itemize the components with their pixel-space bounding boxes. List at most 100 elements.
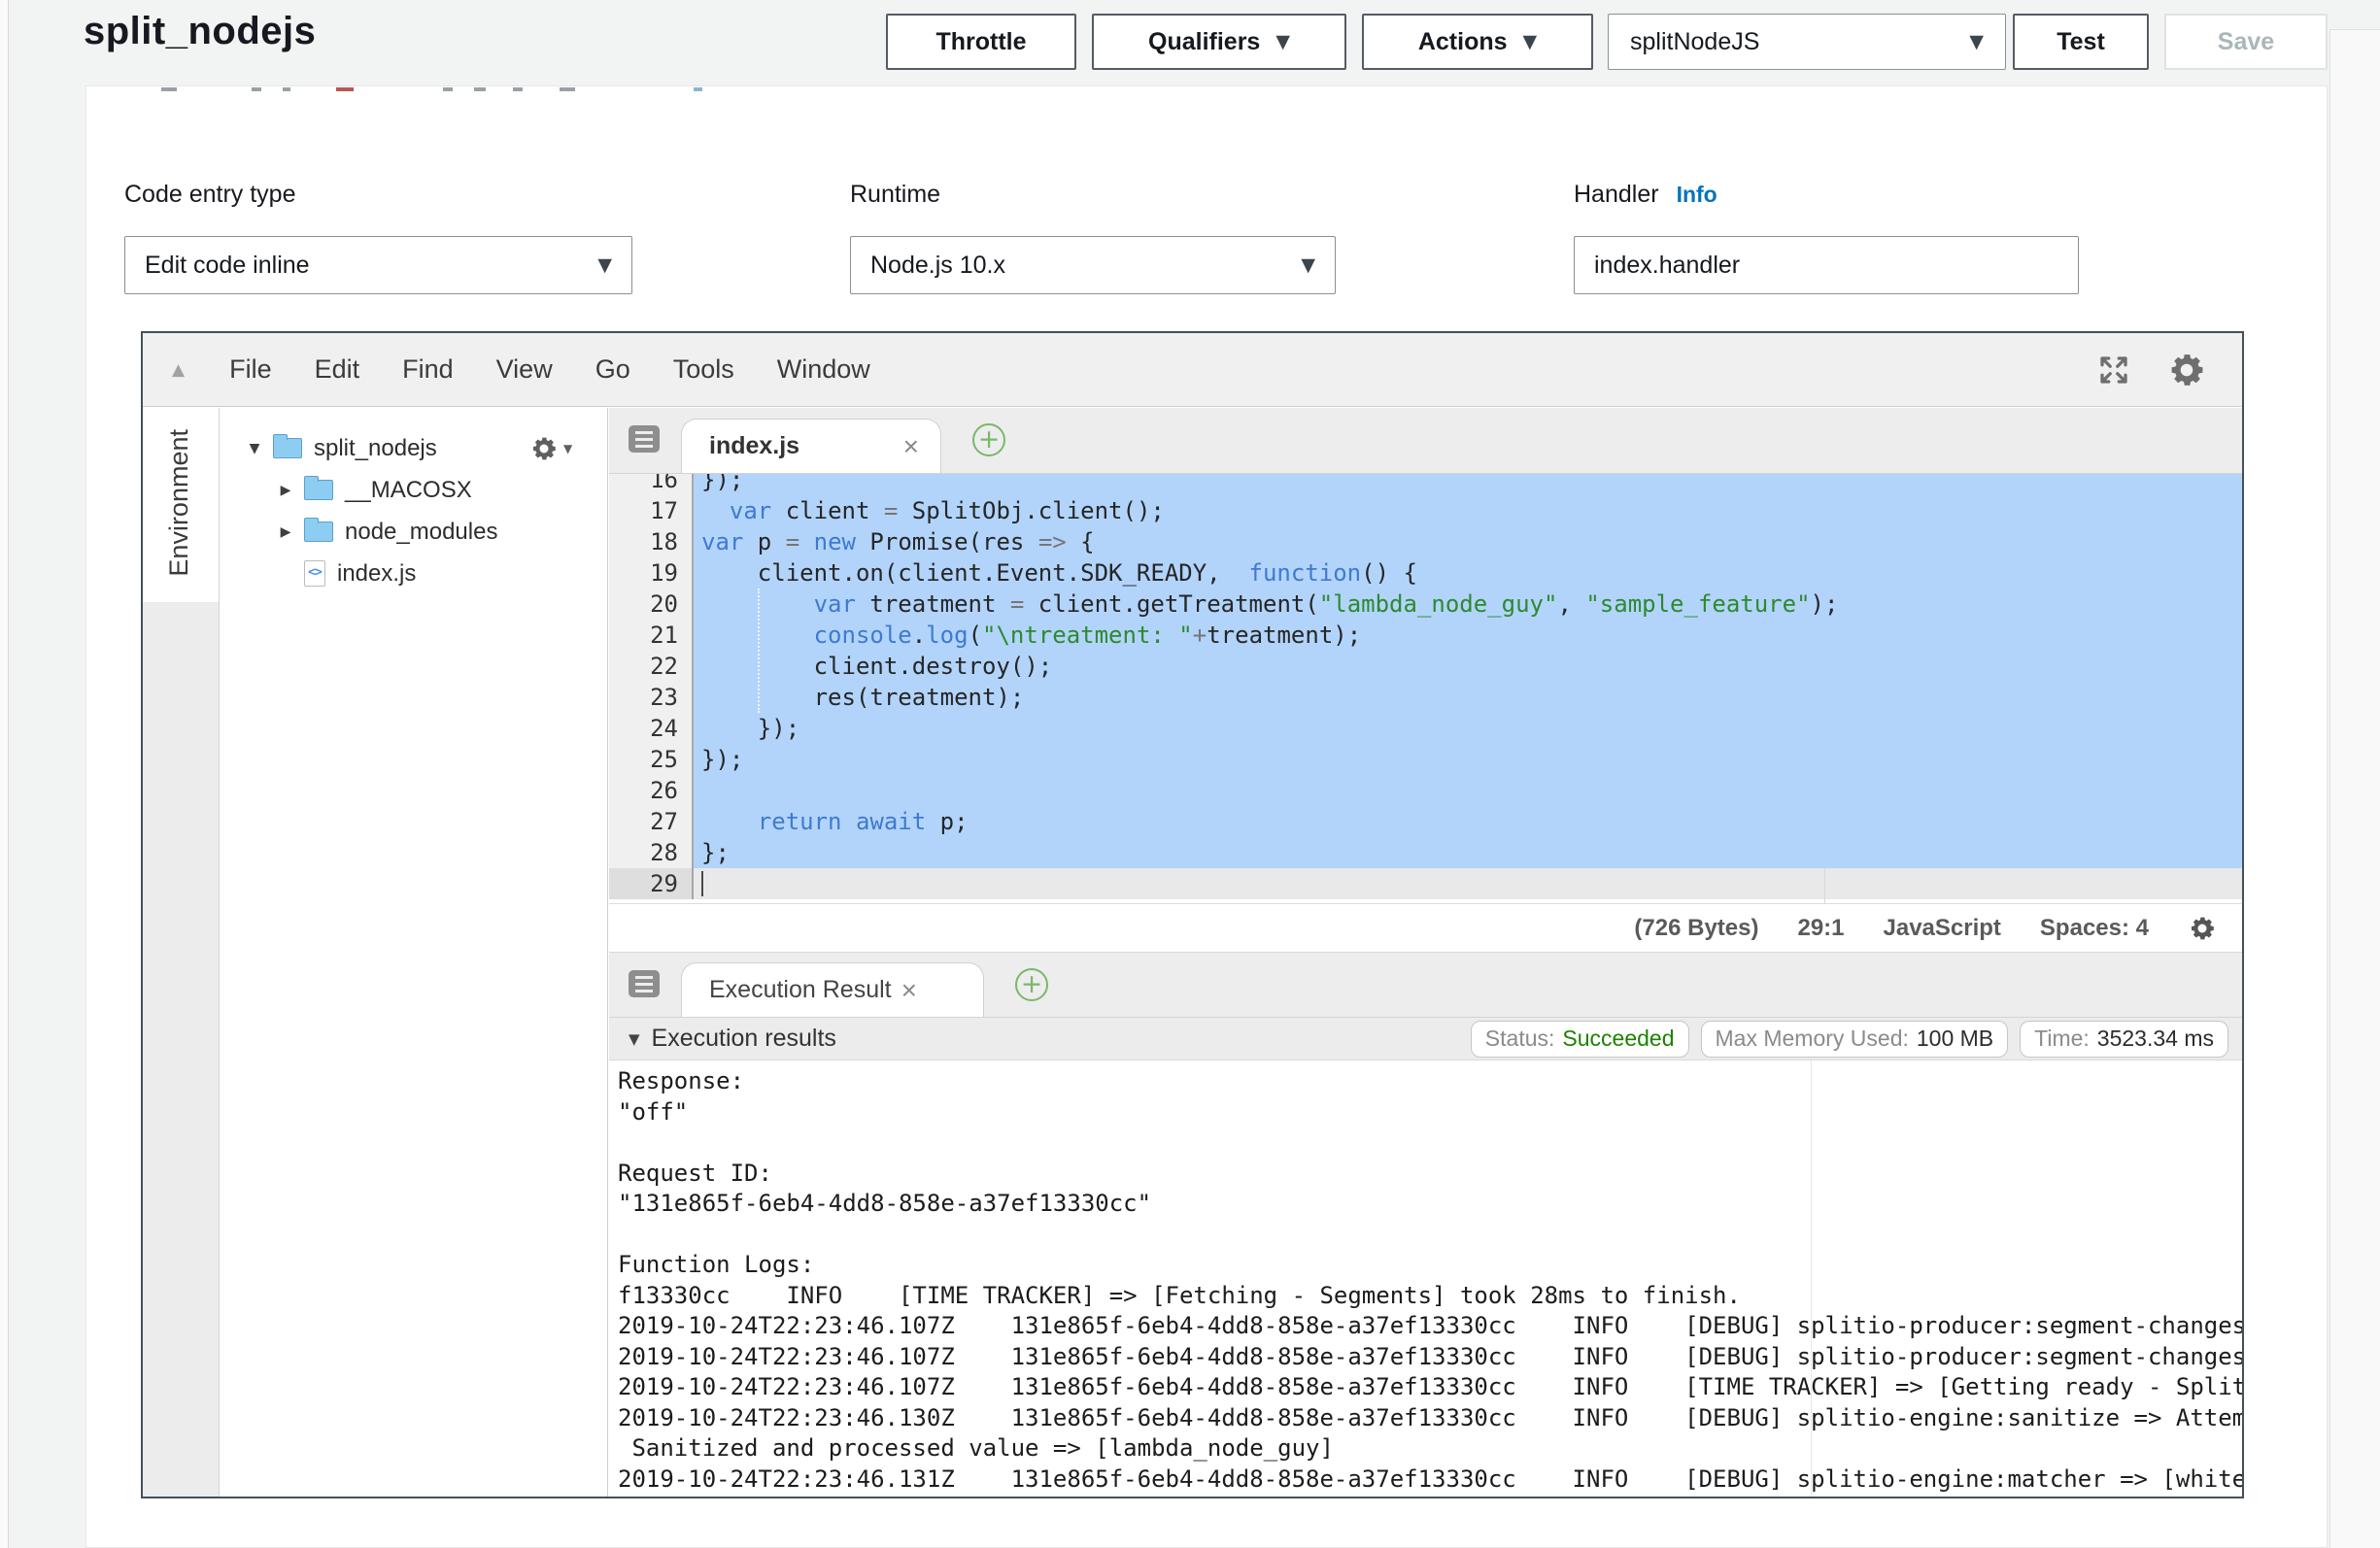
handler-input[interactable] (1594, 252, 2058, 280)
tree-item-node_modules[interactable]: ▶node_modules (221, 511, 607, 553)
code-line-19[interactable]: 19 client.on(client.Event.SDK_READY, fun… (609, 557, 2242, 589)
clipped-content-fragment (283, 87, 290, 91)
editor-statusbar: (726 Bytes) 29:1 JavaScript Spaces: 4 (609, 903, 2242, 952)
code-line-26[interactable]: 26 (609, 775, 2242, 806)
editor-menus: File Edit Find View Go Tools Window (229, 354, 913, 385)
line-number[interactable]: 29 (609, 868, 694, 899)
menu-file[interactable]: File (229, 354, 272, 385)
chevron-collapsed-icon[interactable]: ▶ (275, 524, 296, 540)
add-tab-icon[interactable]: + (972, 423, 1005, 456)
code-entry-type-label: Code entry type (124, 181, 296, 209)
menu-view[interactable]: View (496, 354, 553, 385)
code-line-25[interactable]: 25}); (609, 744, 2242, 775)
line-number[interactable]: 20 (609, 589, 694, 620)
close-tab-icon[interactable]: × (901, 977, 917, 1004)
indent-guide-line (758, 589, 760, 713)
code-line-text: }); (694, 744, 2242, 775)
throttle-button[interactable]: Throttle (886, 14, 1076, 70)
code-line-text: var treatment = client.getTreatment("lam… (694, 589, 2242, 620)
execution-log-output[interactable]: Response:"off"Request ID:"131e865f-6eb4-… (609, 1060, 2242, 1497)
code-line-29[interactable]: 29 (609, 868, 2242, 899)
collapse-editor-icon[interactable]: ▲ (172, 360, 185, 380)
environment-tab[interactable]: Environment (143, 408, 219, 602)
line-number[interactable]: 24 (609, 713, 694, 744)
code-line-text: }); (694, 474, 2242, 495)
cursor-position-indicator[interactable]: 29:1 (1797, 915, 1844, 942)
code-line-17[interactable]: 17 var client = SplitObj.client(); (609, 495, 2242, 526)
tree-item-index.js[interactable]: <>index.js (221, 553, 607, 594)
code-line-28[interactable]: 28}; (609, 837, 2242, 868)
code-line-text: res(treatment); (694, 682, 2242, 713)
tree-item-label: index.js (337, 560, 416, 588)
tree-item-split_nodejs[interactable]: ▼split_nodejs▼ (221, 427, 607, 469)
handler-info-link[interactable]: Info (1677, 182, 1717, 208)
menu-tools[interactable]: Tools (673, 354, 734, 385)
code-entry-type-select[interactable]: Edit code inline ▼ (124, 236, 632, 294)
line-number[interactable]: 27 (609, 806, 694, 837)
result-badge-max-memory-used: Max Memory Used:100 MB (1701, 1021, 2009, 1058)
lambda-function-page: split_nodejs Throttle Qualifiers ▼ Actio… (0, 0, 2380, 1548)
actions-button[interactable]: Actions ▼ (1362, 14, 1593, 70)
qualifiers-button-label: Qualifiers (1148, 28, 1260, 56)
menu-go[interactable]: Go (595, 354, 630, 385)
line-number[interactable]: 16 (609, 474, 694, 495)
code-line-text: console.log("\ntreatment: "+treatment); (694, 620, 2242, 651)
result-badge-time: Time:3523.34 ms (2020, 1021, 2228, 1058)
code-line-22[interactable]: 22 client.destroy(); (609, 651, 2242, 682)
tab-list-icon[interactable] (629, 425, 660, 453)
code-line-16[interactable]: 16}); (609, 474, 2242, 495)
line-number[interactable]: 23 (609, 682, 694, 713)
code-line-20[interactable]: 20 var treatment = client.getTreatment("… (609, 589, 2242, 620)
chevron-expanded-icon[interactable]: ▼ (244, 441, 265, 456)
line-number[interactable]: 18 (609, 526, 694, 557)
line-number[interactable]: 22 (609, 651, 694, 682)
test-button[interactable]: Test (2013, 14, 2149, 70)
code-editor[interactable]: 16});17 var client = SplitObj.client();1… (609, 474, 2242, 903)
save-button[interactable]: Save (2164, 14, 2328, 70)
code-line-text: }); (694, 713, 2242, 744)
line-number[interactable]: 28 (609, 837, 694, 868)
tree-item-__MACOSX[interactable]: ▶__MACOSX (221, 469, 607, 511)
statusbar-settings-gear-icon[interactable] (2188, 914, 2217, 943)
line-number[interactable]: 17 (609, 495, 694, 526)
print-margin-line (1824, 868, 1825, 903)
editor-preferences-gear-icon[interactable] (2166, 350, 2207, 390)
fullscreen-icon[interactable] (2096, 353, 2131, 387)
code-line-21[interactable]: 21 console.log("\ntreatment: "+treatment… (609, 620, 2242, 651)
line-number[interactable]: 21 (609, 620, 694, 651)
qualifiers-button[interactable]: Qualifiers ▼ (1092, 14, 1346, 70)
test-event-select[interactable]: splitNodeJS ▼ (1608, 14, 2006, 70)
result-tabbar: Execution Result × + (609, 952, 2242, 1018)
folder-icon (304, 480, 333, 500)
log-line: Request ID: (609, 1159, 2242, 1190)
tree-settings-gear-icon[interactable]: ▼ (529, 434, 572, 463)
tab-index-js[interactable]: index.js × (681, 419, 941, 473)
menu-window[interactable]: Window (777, 354, 870, 385)
log-line: f13330cc INFO [TIME TRACKER] => [Fetchin… (609, 1281, 2242, 1312)
line-number[interactable]: 26 (609, 775, 694, 806)
code-line-27[interactable]: 27 return await p; (609, 806, 2242, 837)
log-line: 2019-10-24T22:23:46.130Z 131e865f-6eb4-4… (609, 1403, 2242, 1434)
language-mode-indicator[interactable]: JavaScript (1884, 915, 2001, 942)
clipped-content-fragment (694, 87, 702, 91)
chevron-collapsed-icon[interactable]: ▶ (275, 483, 296, 498)
menu-find[interactable]: Find (402, 354, 454, 385)
close-tab-icon[interactable]: × (903, 433, 919, 460)
menu-edit[interactable]: Edit (315, 354, 360, 385)
code-line-24[interactable]: 24 }); (609, 713, 2242, 744)
log-line: 2019-10-24T22:23:46.107Z 131e865f-6eb4-4… (609, 1372, 2242, 1403)
code-line-23[interactable]: 23 res(treatment); (609, 682, 2242, 713)
runtime-select[interactable]: Node.js 10.x ▼ (850, 236, 1336, 294)
indentation-indicator[interactable]: Spaces: 4 (2040, 915, 2149, 942)
file-tree: ▼split_nodejs▼▶__MACOSX▶node_modules<>in… (221, 408, 608, 1497)
tab-execution-result[interactable]: Execution Result × (681, 962, 984, 1017)
line-number[interactable]: 25 (609, 744, 694, 775)
page-scrollbar[interactable] (2329, 29, 2380, 1548)
collapse-results-icon[interactable]: ▼ (629, 1030, 640, 1048)
log-line: "131e865f-6eb4-4dd8-858e-a37ef13330cc" (609, 1189, 2242, 1220)
add-tab-icon[interactable]: + (1015, 968, 1048, 1001)
tab-list-icon[interactable] (629, 970, 660, 997)
code-line-18[interactable]: 18var p = new Promise(res => { (609, 526, 2242, 557)
clipped-content-fragment (336, 87, 354, 91)
line-number[interactable]: 19 (609, 557, 694, 589)
